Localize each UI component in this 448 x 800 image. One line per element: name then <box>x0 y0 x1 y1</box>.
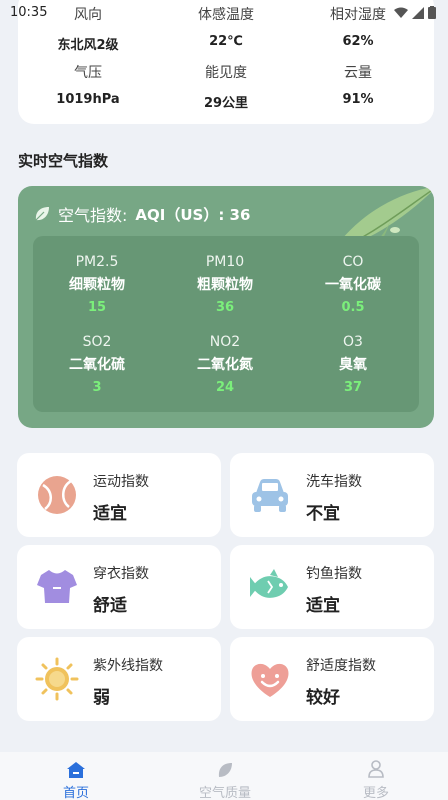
nav-air-quality[interactable]: 空气质量 <box>165 752 285 800</box>
sport-ball-icon <box>38 476 76 514</box>
leaf-icon <box>35 207 49 221</box>
car-icon <box>252 479 288 512</box>
air-quality-card[interactable]: 空气指数: AQI（US）: 36 PM2.5 细颗粒物 15 PM10 粗颗粒… <box>18 186 434 428</box>
pollutant-code: O3 <box>343 334 363 350</box>
aqi-value: AQI（US）: 36 <box>135 205 251 224</box>
index-status: 舒适 <box>93 596 127 616</box>
pollutant-name: 粗颗粒物 <box>197 277 253 293</box>
index-card-sport[interactable]: 运动指数 适宜 <box>17 453 221 537</box>
bottom-nav: 首页 空气质量 更多 <box>0 752 448 800</box>
index-card-carwash[interactable]: 洗车指数 不宜 <box>230 453 434 537</box>
index-title: 穿衣指数 <box>93 566 149 582</box>
index-title: 运动指数 <box>93 474 149 490</box>
heart-smile-icon <box>251 663 289 697</box>
pollutant-name: 二氧化氮 <box>197 357 253 373</box>
pollutant-code: PM2.5 <box>75 254 119 270</box>
air-section-title: 实时空气指数 <box>18 152 109 170</box>
nav-home[interactable]: 首页 <box>16 752 136 800</box>
index-card-comfort[interactable]: 舒适度指数 较好 <box>230 637 434 721</box>
index-title: 钓鱼指数 <box>306 566 362 582</box>
signal-icon <box>412 6 424 19</box>
pollutant-value: 0.5 <box>341 300 365 315</box>
pollutant-no2: NO2 二氧化氮 24 <box>161 334 289 395</box>
weather-label: 能见度 <box>205 65 247 81</box>
weather-value: 1019hPa <box>56 92 120 107</box>
index-status: 适宜 <box>306 596 340 616</box>
index-card-fishing[interactable]: 钓鱼指数 适宜 <box>230 545 434 629</box>
index-status: 弱 <box>93 688 110 708</box>
status-bar: 10:35 <box>0 0 448 26</box>
status-time: 10:35 <box>10 5 48 20</box>
weather-item-visibility: 能见度 29公里 <box>156 62 296 111</box>
pollutant-value: 37 <box>343 380 363 395</box>
aqi-label: 空气指数: <box>58 206 128 225</box>
weather-item-cloud: 云量 91% <box>288 62 428 107</box>
index-title: 紫外线指数 <box>93 658 163 674</box>
nav-label: 更多 <box>362 786 389 800</box>
weather-value: 22℃ <box>209 34 243 49</box>
pollutant-code: PM10 <box>205 254 245 270</box>
pollutant-name: 二氧化硫 <box>69 357 125 373</box>
index-title: 洗车指数 <box>306 474 362 490</box>
weather-item-pressure: 气压 1019hPa <box>18 62 158 107</box>
index-card-uv[interactable]: 紫外线指数 弱 <box>17 637 221 721</box>
status-icons <box>394 6 436 19</box>
weather-label: 气压 <box>74 65 102 81</box>
pollutant-code: NO2 <box>209 334 241 350</box>
nav-more[interactable]: 更多 <box>316 752 436 800</box>
home-icon <box>67 762 85 778</box>
pollutant-name: 一氧化碳 <box>325 277 381 293</box>
pollutant-co: CO 一氧化碳 0.5 <box>289 254 417 315</box>
index-status: 较好 <box>306 688 340 708</box>
pollutant-code: SO2 <box>82 334 112 350</box>
weather-label: 云量 <box>344 65 372 81</box>
weather-value: 62% <box>342 34 374 49</box>
pollutant-value: 3 <box>92 380 102 395</box>
weather-value: 91% <box>342 92 374 107</box>
weather-value: 东北风2级 <box>57 38 119 53</box>
index-status: 适宜 <box>93 504 127 524</box>
pollutant-value: 36 <box>215 300 235 315</box>
tshirt-icon <box>37 570 77 603</box>
pollutant-code: CO <box>342 254 364 270</box>
pollutant-pm10: PM10 粗颗粒物 36 <box>161 254 289 315</box>
air-quality-icon <box>218 763 232 777</box>
weather-value: 29公里 <box>203 96 249 111</box>
pollutant-panel: PM2.5 细颗粒物 15 PM10 粗颗粒物 36 CO 一氧化碳 0.5 S… <box>33 236 419 412</box>
fish-icon <box>250 569 288 598</box>
sun-icon <box>35 657 79 701</box>
pollutant-pm25: PM2.5 细颗粒物 15 <box>33 254 161 315</box>
battery-icon <box>428 6 436 19</box>
index-status: 不宜 <box>306 504 340 524</box>
aqi-heading: 空气指数: AQI（US）: 36 <box>34 202 250 226</box>
pollutant-o3: O3 臭氧 37 <box>289 334 417 395</box>
wifi-icon <box>394 7 408 18</box>
pollutant-value: 24 <box>215 380 235 395</box>
pollutant-value: 15 <box>87 300 107 315</box>
pollutant-so2: SO2 二氧化硫 3 <box>33 334 161 395</box>
nav-label: 首页 <box>62 786 89 800</box>
pollutant-name: 细颗粒物 <box>69 277 125 293</box>
person-icon <box>368 760 384 778</box>
index-card-clothing[interactable]: 穿衣指数 舒适 <box>17 545 221 629</box>
pollutant-name: 臭氧 <box>339 357 367 373</box>
index-title: 舒适度指数 <box>306 658 376 674</box>
nav-label: 空气质量 <box>198 786 251 800</box>
